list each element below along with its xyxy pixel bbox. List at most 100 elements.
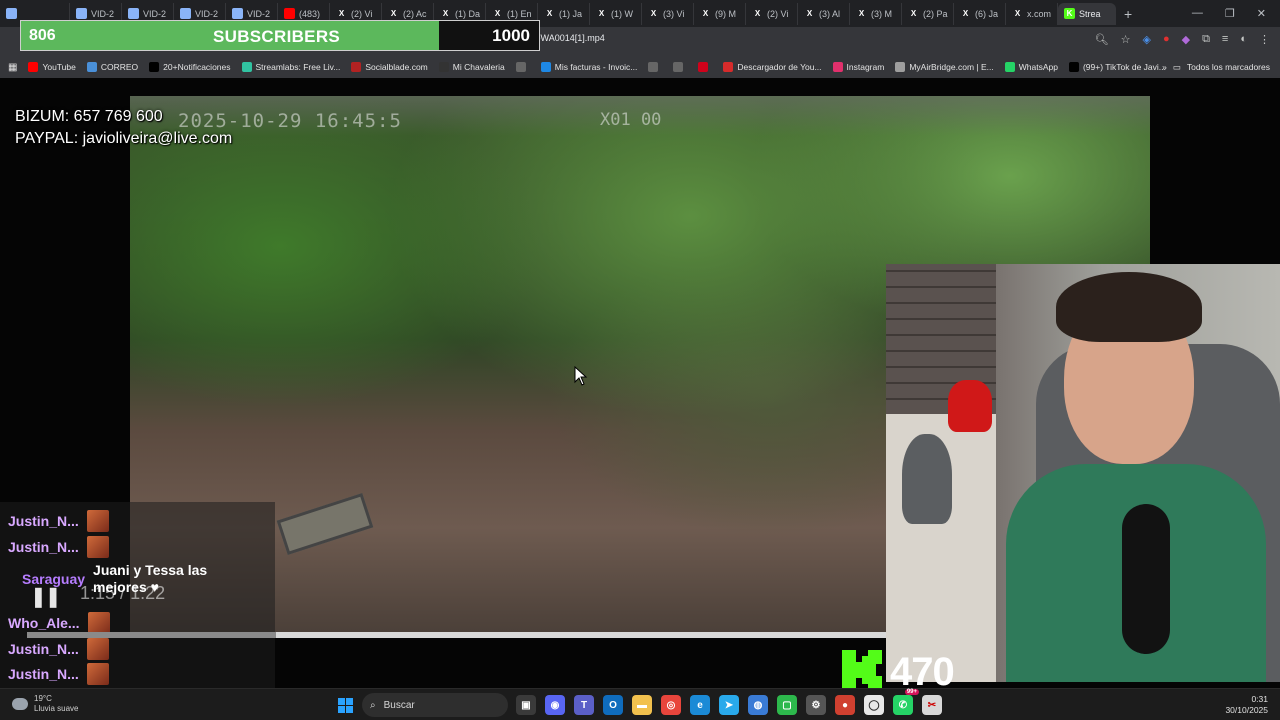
pause-icon[interactable]: ❚❚ <box>30 584 61 609</box>
x-icon: X <box>494 9 501 18</box>
bookmark-item[interactable] <box>648 62 662 72</box>
browser-tab[interactable]: X (2) Pa <box>902 2 954 25</box>
menu-dots-icon[interactable]: ⋮ <box>1259 33 1270 46</box>
browser-tab[interactable]: X (3) Al <box>798 2 850 25</box>
browser-tab[interactable]: X (3) Vi <box>642 2 694 25</box>
chat-message: Justin_N... <box>8 510 109 532</box>
extensions-puzzle-icon[interactable]: ⧉ <box>1202 33 1210 46</box>
settings-icon[interactable]: ⚙ <box>806 695 826 715</box>
video-progress-fill <box>27 632 277 638</box>
bookmark-item[interactable]: (99+) TikTok de Javi... <box>1068 62 1166 72</box>
x-icon: X <box>702 9 709 18</box>
bookmark-label: YouTube <box>42 62 76 72</box>
discord-icon[interactable]: ◉ <box>545 695 565 715</box>
snipping-tool-icon[interactable]: ✂ <box>922 695 942 715</box>
system-clock[interactable]: 0:31 30/10/2025 <box>1225 694 1268 716</box>
minimize-icon[interactable]: — <box>1192 7 1203 20</box>
telegram-icon[interactable]: ➤ <box>719 695 739 715</box>
tab-label: (3) Vi <box>663 8 685 19</box>
extension-icon[interactable]: ● <box>1163 33 1170 46</box>
bookmark-item[interactable]: Mis facturas - Invoic... <box>540 62 637 72</box>
chrome-icon <box>232 8 243 19</box>
x-icon: X <box>754 9 761 18</box>
clock-date: 30/10/2025 <box>1225 705 1268 715</box>
bookmark-item[interactable]: MyAirBridge.com | E... <box>895 62 994 72</box>
browser-tab[interactable]: X (6) Ja <box>954 2 1006 25</box>
bookmark-label: WhatsApp <box>1018 62 1058 72</box>
bookmark-item[interactable]: WhatsApp <box>1004 62 1058 72</box>
browser-tab[interactable]: Xx.com <box>1006 2 1058 25</box>
time-current: 1:15 <box>80 583 116 603</box>
mail-icon <box>86 62 97 72</box>
browser-tab[interactable]: X (1) Ja <box>538 2 590 25</box>
chat-message: Justin_N... <box>8 638 109 660</box>
new-tab-button[interactable]: + <box>1116 6 1140 22</box>
bookmark-item[interactable]: 20+Notificaciones <box>149 62 231 72</box>
app-icon[interactable]: ● <box>835 695 855 715</box>
bizum-text: BIZUM: 657 769 600 <box>15 108 163 125</box>
browser-tab[interactable]: X (3) M <box>850 2 902 25</box>
camera-timestamp: 2025-10-29 16:45:5 <box>178 110 402 132</box>
whatsapp-icon[interactable]: ✆ 99+ <box>893 689 919 715</box>
browser-tab[interactable]: K Strea <box>1058 2 1116 25</box>
paypal-text: PAYPAL: javioliveira@live.com <box>15 130 233 147</box>
green-app-icon[interactable]: ▢ <box>777 695 797 715</box>
restore-icon[interactable]: ❐ <box>1225 7 1235 20</box>
x-icon: X <box>962 9 969 18</box>
buddha-statue <box>902 434 952 524</box>
outlook-icon[interactable]: O <box>603 695 623 715</box>
x-icon: X <box>546 9 553 18</box>
bookmark-item[interactable]: Socialblade.com <box>351 62 428 72</box>
globe-icon <box>515 62 526 72</box>
teams-icon[interactable]: T <box>574 695 594 715</box>
extension-icon[interactable]: ◆ <box>1182 33 1190 46</box>
bookmark-item[interactable]: Instagram <box>832 62 885 72</box>
playback-time: 1:15 / 1:22 <box>80 583 166 603</box>
bookmark-label: Instagram <box>846 62 885 72</box>
browser-tab[interactable]: X (2) Vi <box>746 2 798 25</box>
windows-start-icon[interactable] <box>338 698 353 713</box>
tab-label: (2) Vi <box>767 8 789 19</box>
bookmark-item[interactable]: Mi Chavaleria <box>438 62 505 72</box>
chat-message: Who_Ale... <box>8 612 110 634</box>
chrome-icon[interactable]: ◎ <box>661 695 681 715</box>
cloud-rain-icon <box>12 698 28 710</box>
taskbar-search[interactable]: ⌕ Buscar <box>362 693 508 717</box>
bookmark-item[interactable]: YouTube <box>28 62 76 72</box>
chat-message: Justin_N... <box>8 663 109 685</box>
chevron-right-icon[interactable]: » <box>1162 62 1167 72</box>
instagram-icon <box>832 62 843 72</box>
bookmark-label: Socialblade.com <box>365 62 428 72</box>
app-icon[interactable]: ◯ <box>864 695 884 715</box>
bookmark-item[interactable] <box>515 62 530 72</box>
chat-emote-icon <box>86 663 109 685</box>
zoom-icon[interactable]: 🔍︎ <box>1095 33 1109 46</box>
browser-tab[interactable]: X (9) M <box>694 2 746 25</box>
youtube-icon <box>284 8 295 19</box>
extension-icon[interactable]: ◈ <box>1142 33 1150 46</box>
bookmark-item[interactable] <box>698 62 712 72</box>
tab-label: x.com <box>1027 8 1052 19</box>
all-bookmarks-link[interactable]: Todos los marcadores <box>1187 62 1270 72</box>
browser-tab[interactable]: X (1) W <box>590 2 642 25</box>
globe-app-icon[interactable]: ◍ <box>748 695 768 715</box>
video-progress-bar[interactable] <box>27 632 887 638</box>
bookmark-star-icon[interactable]: ☆ <box>1121 33 1131 46</box>
bookmark-item[interactable]: Streamlabs: Free Liv... <box>241 62 340 72</box>
red-figure <box>948 380 992 432</box>
media-control-icon[interactable]: ≡ <box>1222 33 1228 46</box>
profile-avatar[interactable]: ◐ <box>1240 33 1247 46</box>
tab-label: (2) Pa <box>923 8 948 19</box>
bookmark-item[interactable]: CORREO <box>86 62 138 72</box>
edge-icon[interactable]: e <box>690 695 710 715</box>
apps-grid-icon[interactable]: ▦ <box>8 62 17 73</box>
bookmark-item[interactable]: Descargador de You... <box>723 62 822 72</box>
weather-widget[interactable]: 19°C Lluvia suave <box>12 694 78 714</box>
time-total: 1:22 <box>130 583 166 603</box>
bookmark-item[interactable] <box>673 62 687 72</box>
streamer-hair <box>1056 272 1202 342</box>
task-view-icon[interactable]: ▣ <box>516 695 536 715</box>
close-icon[interactable]: ✕ <box>1257 7 1266 20</box>
window-controls: — ❐ ✕ <box>1192 7 1280 20</box>
file-explorer-icon[interactable]: ▬ <box>632 695 652 715</box>
